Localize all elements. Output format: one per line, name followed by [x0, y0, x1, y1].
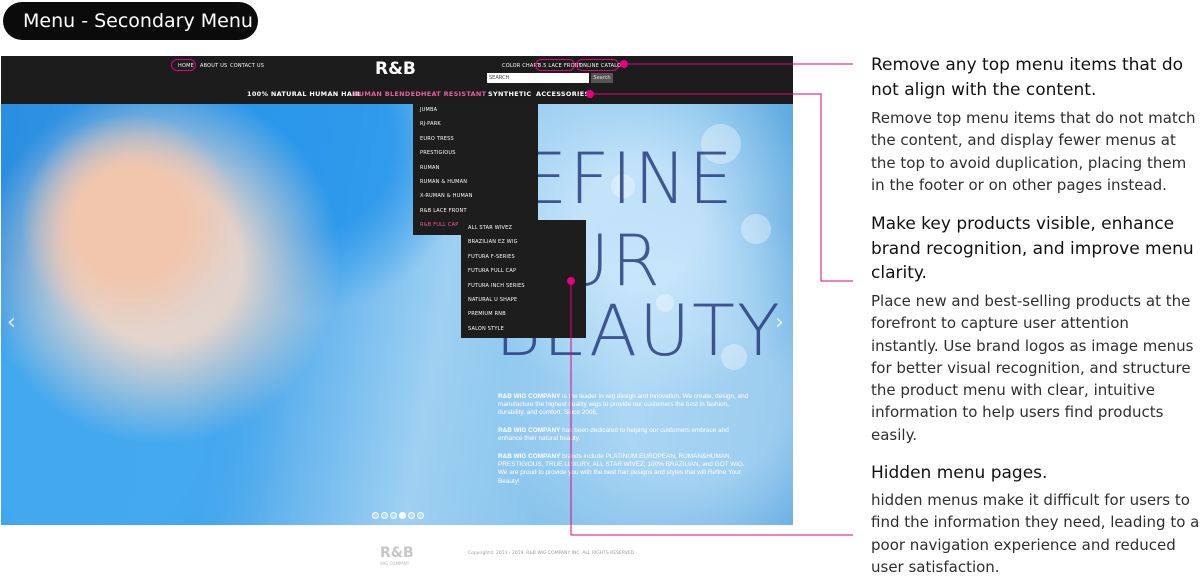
dropdown-item[interactable]: RJ-PARK: [420, 121, 441, 127]
hero-word-refine: EFINE: [523, 138, 735, 220]
slide-root: Menu - Secondary Menu EFINE OUR BEAUTY H…: [0, 0, 1200, 578]
site-top-bar: HOME ABOUT US CONTACT US R&B COLOR CHART…: [1, 56, 793, 104]
company-name-bold: R&B WIG COMPANY: [498, 427, 561, 434]
nav-about-link[interactable]: ABOUT US: [200, 63, 227, 69]
footer-logo-subtitle: WIG COMPANY: [380, 561, 410, 566]
intro-paragraph-2: R&B WIG COMPANY has been dedicated to he…: [498, 427, 753, 443]
carousel-prev-arrow-icon[interactable]: ‹: [7, 310, 16, 335]
dropdown-subitem[interactable]: FUTURA F-SERIES: [468, 254, 515, 260]
carousel-dot[interactable]: [408, 512, 415, 519]
search-button[interactable]: Search: [591, 73, 613, 83]
dropdown-item[interactable]: JUMBA: [420, 107, 437, 113]
dropdown-item[interactable]: EURO TRESS: [420, 136, 454, 142]
bokeh-circle: [741, 214, 771, 244]
dropdown-menu-primary: JUMBA RJ-PARK EURO TRESS PRESTIGIOUS RUM…: [413, 104, 538, 235]
main-nav-accessories[interactable]: ACCESSORIES: [536, 90, 589, 98]
annotation-3-title: Hidden menu pages.: [871, 463, 1048, 483]
carousel-dot[interactable]: [381, 512, 388, 519]
section-title: Menu - Secondary Menu: [23, 10, 253, 32]
main-nav-natural-human-hair[interactable]: 100% NATURAL HUMAN HAIR: [247, 90, 360, 98]
website-screenshot: EFINE OUR BEAUTY HOME ABOUT US CONTACT U…: [1, 56, 793, 525]
annotation-1-title: Remove any top menu items that do not al…: [871, 55, 1184, 100]
carousel-dot[interactable]: [417, 512, 424, 519]
search-input[interactable]: SEARCH: [487, 73, 589, 83]
dropdown-item[interactable]: X-RUMAN & HUMAN: [420, 193, 473, 199]
footer-copyright: Copyright© 2013 - 2019. R&B WIG COMPANY …: [468, 551, 635, 556]
main-nav-synthetic[interactable]: SYNTHETIC: [488, 90, 531, 98]
dropdown-subitem[interactable]: SALON STYLE: [468, 326, 504, 332]
carousel-dot[interactable]: [390, 512, 397, 519]
intro-paragraph-3: R&B WIG COMPANY brands include PLATINUM …: [498, 453, 753, 486]
annotation-2-body: Place new and best-selling products at t…: [871, 292, 1194, 444]
annotation-2-title: Make key products visible, enhance brand…: [871, 214, 1194, 283]
dropdown-item[interactable]: RUMAN: [420, 165, 440, 171]
dropdown-subitem[interactable]: BRAZILIAN EZ WIG: [468, 239, 518, 245]
annotation-3-body: hidden menus make it difficult for users…: [871, 491, 1200, 576]
main-nav-human-blended[interactable]: HUMAN BLENDED: [353, 90, 421, 98]
intro-paragraph-1: R&B WIG COMPANY is the leader in wig des…: [498, 393, 753, 418]
dropdown-item[interactable]: PRESTIGIOUS: [420, 150, 456, 156]
annotation-1-body: Remove top menu items that do not match …: [871, 109, 1196, 194]
company-name-bold: R&B WIG COMPANY: [498, 393, 561, 400]
carousel-next-arrow-icon[interactable]: ›: [775, 310, 784, 335]
dropdown-item-active[interactable]: R&B FULL CAP: [420, 222, 458, 228]
carousel-dot-active[interactable]: [399, 512, 406, 519]
site-logo[interactable]: R&B: [375, 59, 416, 79]
dropdown-item[interactable]: RUMAN & HUMAN: [420, 179, 467, 185]
nav-home-link[interactable]: HOME: [178, 63, 194, 69]
main-nav-heat-resistant[interactable]: HEAT RESISTANT: [421, 90, 486, 98]
section-title-pill: Menu - Secondary Menu: [3, 2, 258, 40]
dropdown-subitem[interactable]: FUTURA INCH SERIES: [468, 283, 525, 289]
dropdown-item[interactable]: R&B LACE FRONT: [420, 208, 467, 214]
dropdown-subitem[interactable]: ALL STAR WIVEZ: [468, 225, 512, 231]
footer-logo[interactable]: R&B: [380, 546, 414, 560]
carousel-dot[interactable]: [372, 512, 379, 519]
dropdown-subitem[interactable]: PREMIUM RNB: [468, 311, 506, 317]
dropdown-subitem[interactable]: FUTURA FULL CAP: [468, 268, 516, 274]
dropdown-menu-secondary: ALL STAR WIVEZ BRAZILIAN EZ WIG FUTURA F…: [461, 220, 586, 338]
dropdown-subitem[interactable]: NATURAL U SHAPE: [468, 297, 517, 303]
company-name-bold: R&B WIG COMPANY: [498, 453, 561, 460]
online-catalog-link[interactable]: ONLINE CATALOG: [579, 63, 625, 69]
nav-contact-link[interactable]: CONTACT US: [230, 63, 264, 69]
